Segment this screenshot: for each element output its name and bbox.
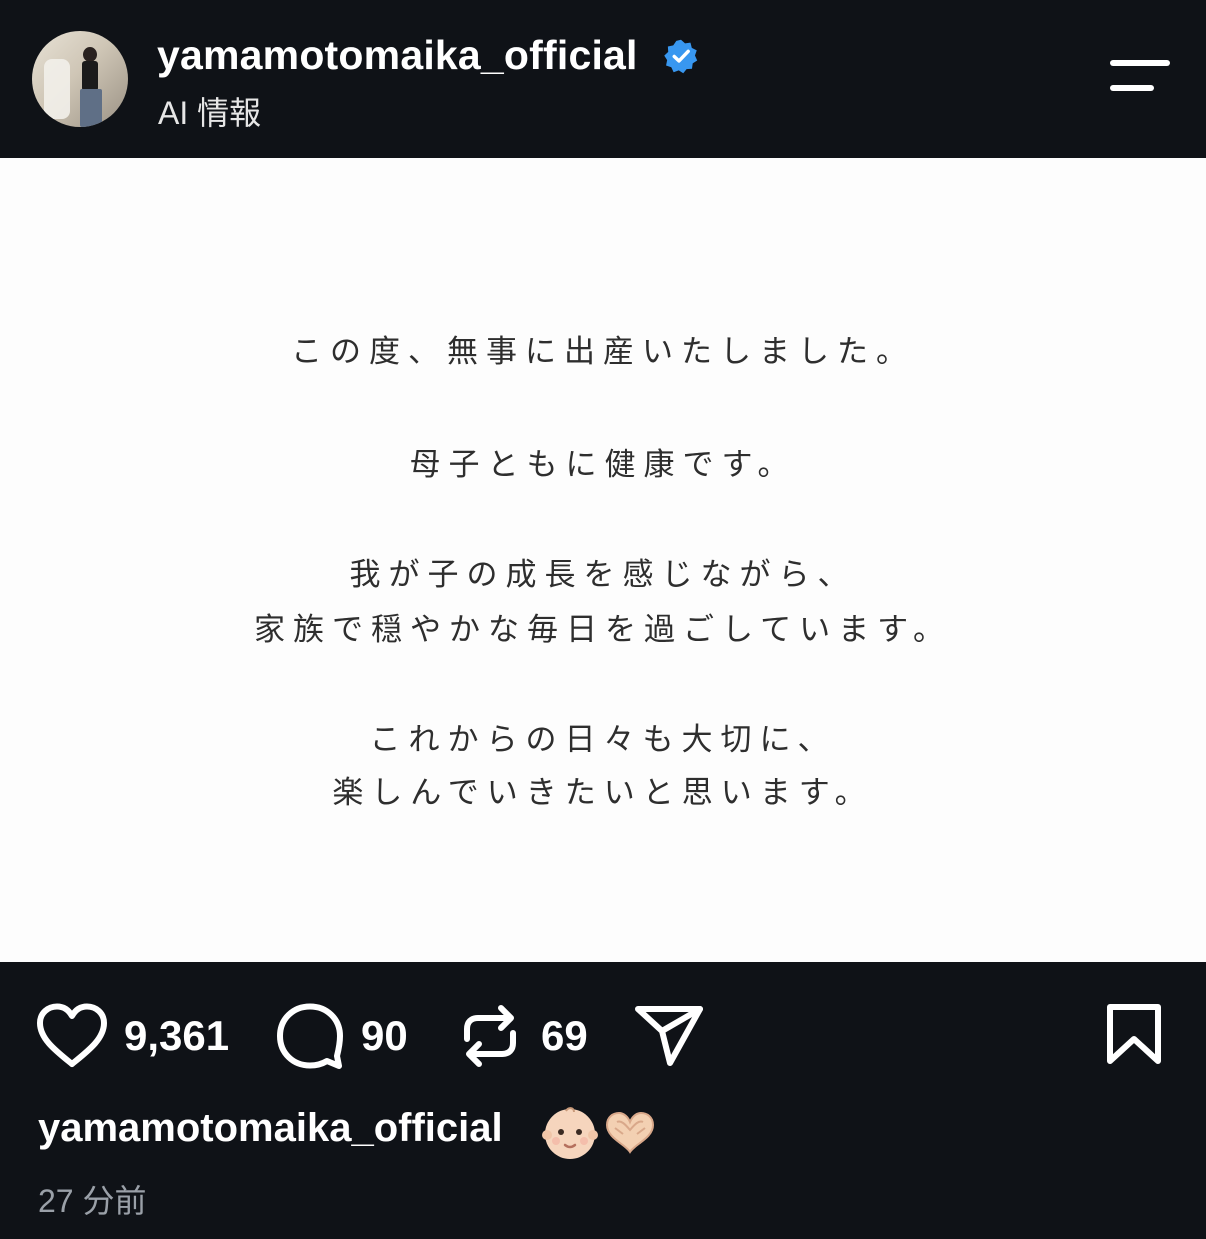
ai-info-label[interactable]: AI 情報 (158, 88, 261, 134)
hamburger-menu-icon-line (1110, 85, 1154, 91)
avatar-figure-legs (80, 89, 102, 127)
post-header: yamamotomaika_official AI 情報 (0, 0, 1206, 158)
post-text-line: 我が子の成長を感じながら、 (349, 557, 857, 593)
post-timestamp: 27 分前 (38, 1183, 147, 1219)
post-text-line: 家族で穏やかな毎日を過ごしています。 (254, 612, 952, 648)
header-username[interactable]: yamamotomaika_official (157, 32, 638, 79)
avatar-figure-head (83, 47, 97, 62)
repost-icon[interactable] (459, 1003, 521, 1069)
post-image[interactable]: この度、無事に出産いたしました。 母子ともに健康です。 我が子の成長を感じながら… (0, 158, 1206, 962)
comment-icon[interactable] (275, 1003, 345, 1069)
comment-count[interactable]: 90 (361, 1012, 408, 1060)
hamburger-menu-icon (1110, 60, 1170, 66)
post-text-line: この度、無事に出産いたしました。 (291, 334, 915, 370)
avatar-figure-body (82, 61, 98, 91)
baby-emoji (542, 1107, 598, 1159)
heart-icon[interactable] (36, 1003, 108, 1069)
avatar-figure-background (44, 59, 70, 119)
action-bar (0, 962, 1206, 1239)
like-count[interactable]: 9,361 (124, 1012, 229, 1060)
post-text-line: 楽しんでいきたいと思います。 (332, 775, 874, 811)
share-icon[interactable] (634, 1003, 704, 1067)
caption-username[interactable]: yamamotomaika_official (38, 1106, 503, 1151)
verified-badge-icon (664, 39, 698, 74)
bookmark-icon[interactable] (1106, 1003, 1162, 1065)
post-text-line: 母子ともに健康です。 (409, 447, 797, 483)
heart-hands-emoji (605, 1111, 655, 1154)
profile-avatar[interactable] (32, 31, 128, 127)
menu-button[interactable] (1106, 56, 1172, 100)
post-text-line: これからの日々も大切に、 (369, 722, 837, 758)
repost-count[interactable]: 69 (541, 1012, 588, 1060)
